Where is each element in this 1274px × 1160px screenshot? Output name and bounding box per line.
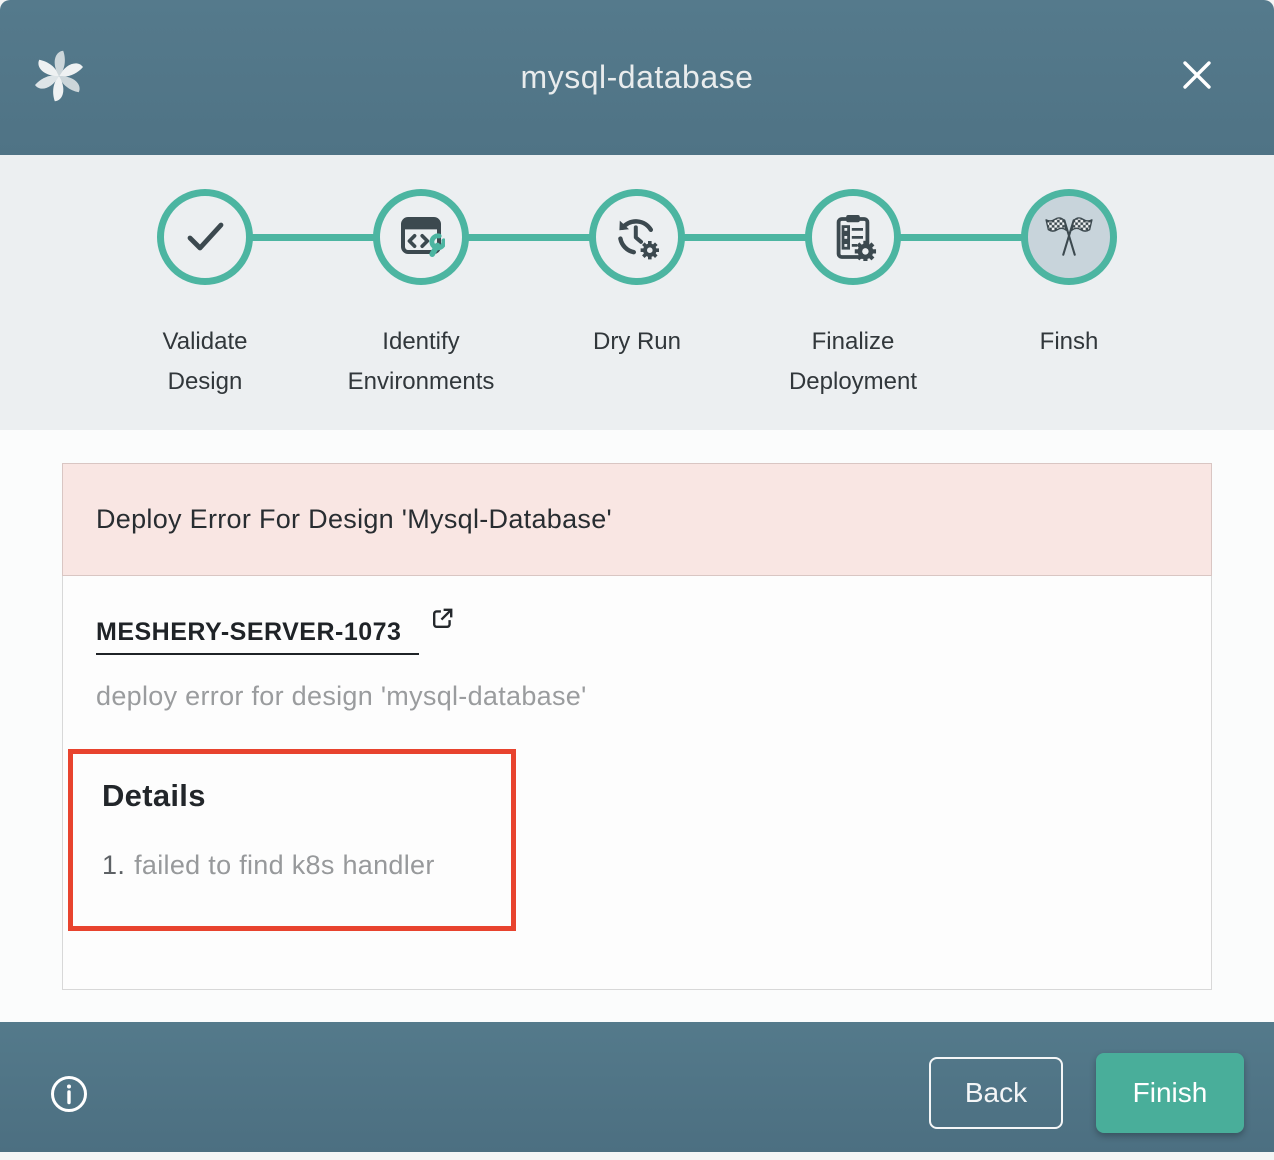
external-link-icon[interactable]	[429, 606, 455, 632]
history-gear-icon	[613, 213, 661, 261]
info-button[interactable]	[49, 1074, 89, 1114]
step-identify-environments: Identify Environments	[313, 189, 529, 402]
step-circle-validate-design	[157, 189, 253, 285]
close-icon	[1179, 57, 1215, 93]
step-circle-finalize-deployment	[805, 189, 901, 285]
step-dry-run: Dry Run	[529, 189, 745, 402]
step-validate-design: Validate Design	[97, 189, 313, 402]
clipboard-gear-icon	[829, 213, 877, 261]
step-label-finish: Finsh	[1040, 322, 1099, 362]
deploy-error-banner: Deploy Error For Design 'Mysql-Database'	[62, 463, 1212, 576]
code-wrench-icon	[397, 213, 445, 261]
step-circle-identify-environments	[373, 189, 469, 285]
error-code-link[interactable]: MESHERY-SERVER-1073	[96, 618, 419, 655]
deployment-stepper: Validate Design	[0, 155, 1274, 430]
info-icon	[49, 1074, 89, 1114]
details-title: Details	[102, 778, 501, 814]
error-detail-card: MESHERY-SERVER-1073 deploy error for des…	[62, 576, 1212, 990]
details-item-marker: 1.	[102, 850, 125, 881]
deployment-wizard-dialog: mysql-database Validate Design	[0, 0, 1274, 1152]
step-label-validate-design: Validate Design	[163, 322, 248, 402]
meshery-logo-icon	[33, 49, 85, 103]
finish-button[interactable]: Finish	[1096, 1053, 1244, 1133]
step-label-identify-environments: Identify Environments	[348, 322, 495, 402]
step-finish: Finsh	[961, 189, 1177, 402]
dialog-titlebar: mysql-database	[0, 0, 1274, 155]
dialog-content: Deploy Error For Design 'Mysql-Database'…	[0, 430, 1274, 1022]
dialog-title: mysql-database	[521, 59, 754, 96]
details-list-item: 1. failed to find k8s handler	[102, 850, 501, 881]
page-background-strip	[0, 1152, 1274, 1160]
step-finalize-deployment: Finalize Deployment	[745, 189, 961, 402]
error-summary-text: deploy error for design 'mysql-database'	[96, 681, 1178, 712]
error-details-box: Details 1. failed to find k8s handler	[68, 749, 516, 931]
deploy-error-banner-text: Deploy Error For Design 'Mysql-Database'	[96, 504, 612, 535]
dialog-footer: Back Finish	[0, 1022, 1274, 1152]
step-label-finalize-deployment: Finalize Deployment	[789, 322, 917, 402]
step-label-dry-run: Dry Run	[593, 322, 681, 362]
back-button[interactable]: Back	[929, 1057, 1063, 1129]
finish-flags-icon	[1044, 212, 1094, 262]
step-circle-dry-run	[589, 189, 685, 285]
step-circle-finish	[1021, 189, 1117, 285]
details-item-text: failed to find k8s handler	[134, 850, 435, 881]
check-icon	[181, 213, 229, 261]
close-button[interactable]	[1179, 57, 1215, 93]
